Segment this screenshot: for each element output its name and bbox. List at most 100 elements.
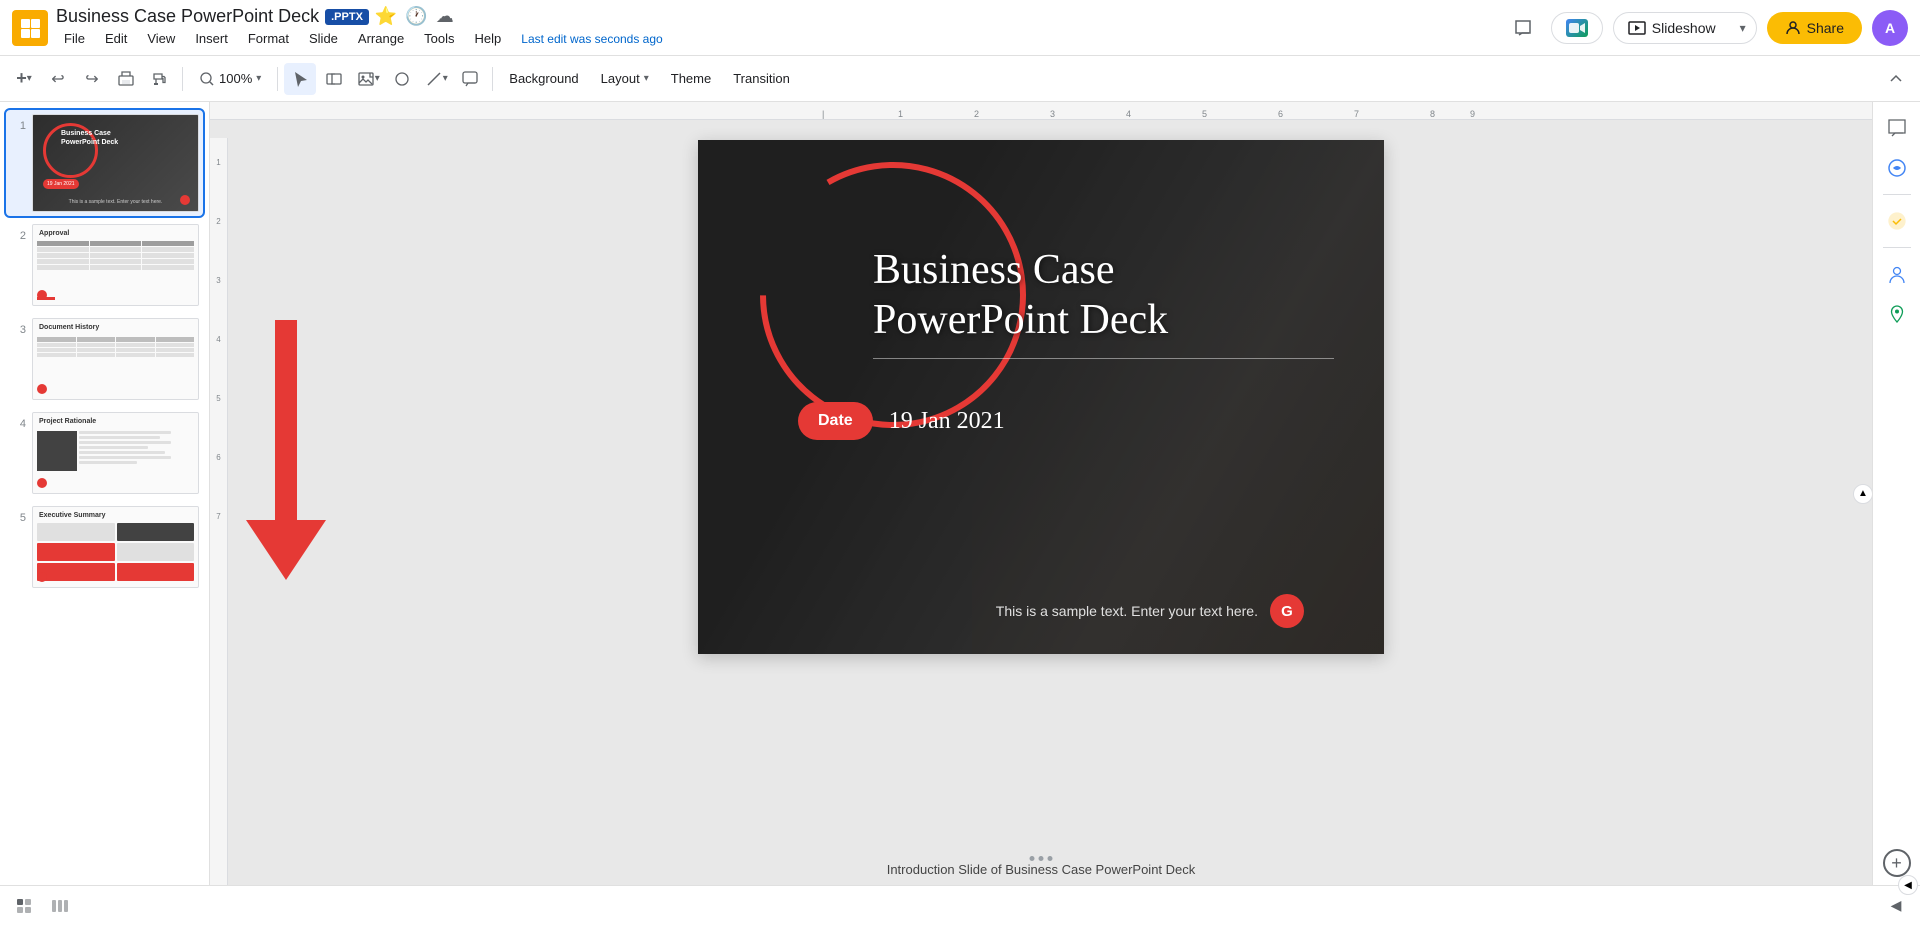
cursor-tool-button[interactable] [284, 63, 316, 95]
collapse-toolbar-button[interactable] [1880, 63, 1912, 95]
add-dropdown-arrow: ▾ [27, 73, 32, 84]
slide-thumbnail-1[interactable]: 1 Business CasePowerPoint Deck 19 Jan 20… [6, 110, 203, 216]
sidebar-add-button[interactable]: + [1883, 849, 1911, 877]
ruler-tick-0: | [822, 109, 824, 119]
sidebar-separator-1 [1883, 194, 1911, 195]
cloud-icon[interactable]: ☁ [436, 6, 454, 27]
sidebar-gemini-button[interactable] [1879, 150, 1915, 186]
sidebar-comments-button[interactable] [1879, 110, 1915, 146]
redo-button[interactable]: ↪ [76, 63, 108, 95]
paintformat-button[interactable] [144, 63, 176, 95]
sidebar-tasks-button[interactable] [1879, 203, 1915, 239]
print-button[interactable] [110, 63, 142, 95]
text-box-icon [325, 70, 343, 88]
slide-g-badge: G [1270, 594, 1304, 628]
ruler-tick-2: 2 [974, 109, 979, 119]
slide-note: Introduction Slide of Business Case Powe… [210, 858, 1872, 881]
collapse-right-panel[interactable]: ▲ [1853, 484, 1872, 504]
app-logo[interactable] [12, 10, 48, 46]
menu-arrange[interactable]: Arrange [350, 28, 412, 49]
slide-preview-5: Executive Summary [32, 506, 199, 588]
slide-num-2: 2 [10, 230, 26, 242]
line-button[interactable]: ▾ [420, 63, 452, 95]
menu-insert[interactable]: Insert [187, 28, 236, 49]
layout-button[interactable]: Layout ▾ [591, 67, 659, 90]
image-icon [357, 70, 375, 88]
paintformat-icon [151, 70, 169, 88]
comments-button[interactable] [1505, 10, 1541, 46]
s3-label: Document History [39, 324, 99, 331]
theme-button[interactable]: Theme [661, 67, 721, 90]
layout-dropdown-arrow: ▾ [644, 73, 649, 84]
user-avatar[interactable]: A [1872, 10, 1908, 46]
text-box-button[interactable] [318, 63, 350, 95]
add-icon: + [16, 68, 27, 89]
right-sidebar: + [1872, 102, 1920, 885]
slideshow-grid-button[interactable] [8, 890, 40, 922]
transition-button[interactable]: Transition [723, 67, 800, 90]
background-button[interactable]: Background [499, 67, 588, 90]
canvas-area[interactable]: Business Case PowerPoint Deck Date 19 Ja… [210, 120, 1872, 885]
title-right: Slideshow ▾ Share A [1505, 10, 1908, 46]
menu-format[interactable]: Format [240, 28, 297, 49]
slideshow-button-container: Slideshow ▾ [1613, 12, 1757, 44]
menu-help[interactable]: Help [467, 28, 510, 49]
s1-thumb-text: This is a sample text. Enter your text h… [33, 199, 198, 205]
slide-thumbnail-5[interactable]: 5 Executive Summary [6, 502, 203, 592]
file-badge: .PPTX [325, 9, 369, 25]
slide-title-line1: Business Case [873, 245, 1334, 295]
slide-panel: 1 Business CasePowerPoint Deck 19 Jan 20… [0, 102, 210, 885]
s1-thumb-date: 19 Jan 2021 [43, 179, 79, 189]
star-icon[interactable]: ⭐ [375, 6, 397, 27]
sidebar-maps-button[interactable] [1879, 296, 1915, 332]
slide-date-badge: Date [798, 402, 873, 440]
last-edit[interactable]: Last edit was seconds ago [521, 32, 662, 46]
s1-thumb-title: Business CasePowerPoint Deck [61, 129, 118, 147]
menu-tools[interactable]: Tools [416, 28, 462, 49]
slide-thumbnail-2[interactable]: 2 Approval [6, 220, 203, 310]
toolbar-separator-1 [182, 67, 183, 91]
menu-edit[interactable]: Edit [97, 28, 135, 49]
menu-slide[interactable]: Slide [301, 28, 346, 49]
collapse-up-icon [1889, 72, 1903, 86]
slide-thumbnail-3[interactable]: 3 Document History [6, 314, 203, 404]
slide-thumbnail-4[interactable]: 4 Project Rationale [6, 408, 203, 498]
line-dropdown-arrow: ▾ [443, 73, 448, 84]
image-button[interactable]: ▾ [352, 63, 384, 95]
history-icon[interactable]: 🕐 [405, 6, 427, 27]
slide-content-area: 1 2 3 4 5 6 7 [210, 120, 1872, 885]
filmstrip-view-button[interactable] [44, 890, 76, 922]
slide-title-line2: PowerPoint Deck [873, 295, 1334, 345]
ruler-tick-4: 4 [1126, 109, 1131, 119]
add-button[interactable]: + ▾ [8, 63, 40, 95]
share-button[interactable]: Share [1767, 12, 1862, 44]
main-area: 1 Business CasePowerPoint Deck 19 Jan 20… [0, 102, 1920, 885]
meet-button[interactable] [1551, 12, 1603, 44]
undo-button[interactable]: ↩ [42, 63, 74, 95]
redo-icon: ↪ [85, 69, 98, 89]
slideshow-button[interactable]: Slideshow [1614, 13, 1730, 43]
slide-preview-2: Approval [32, 224, 199, 306]
shapes-icon [393, 70, 411, 88]
sidebar-contacts-button[interactable] [1879, 256, 1915, 292]
menu-view[interactable]: View [139, 28, 183, 49]
slide-num-3: 3 [10, 324, 26, 336]
share-label: Share [1807, 20, 1844, 36]
zoom-dropdown-arrow: ▾ [256, 73, 261, 84]
ruler-tick-8: 8 [1430, 109, 1435, 119]
sidebar-contacts-icon [1886, 263, 1908, 285]
theme-label: Theme [671, 71, 711, 86]
bottom-bar: ◀ [0, 885, 1920, 925]
ruler-tick-3: 3 [1050, 109, 1055, 119]
toolbar-separator-3 [492, 67, 493, 91]
sidebar-tasks-icon [1886, 210, 1908, 232]
zoom-button[interactable]: 100% ▾ [189, 67, 271, 91]
shapes-button[interactable] [386, 63, 418, 95]
comment-button[interactable] [454, 63, 486, 95]
menu-file[interactable]: File [56, 28, 93, 49]
main-slide[interactable]: Business Case PowerPoint Deck Date 19 Ja… [698, 140, 1384, 654]
toolbar-separator-2 [277, 67, 278, 91]
slideshow-dropdown-button[interactable]: ▾ [1730, 14, 1756, 42]
s4-red-logo [37, 478, 47, 488]
file-title-area: Business Case PowerPoint Deck .PPTX ⭐ 🕐 … [56, 6, 1497, 49]
